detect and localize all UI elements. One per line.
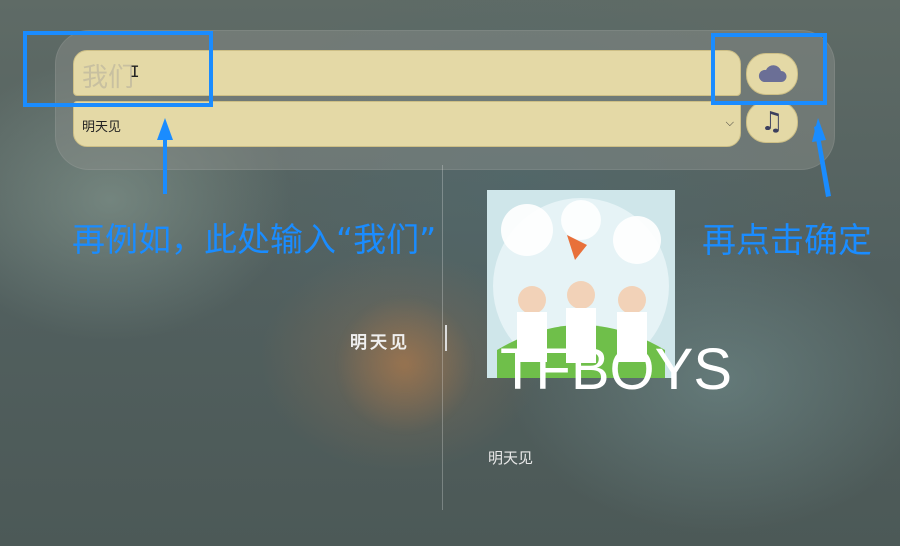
highlight-box-button — [711, 33, 827, 105]
highlight-box-input — [23, 31, 213, 107]
artist-name: TFBOYS — [500, 337, 733, 402]
chevron-down-icon: ⌵ — [725, 116, 734, 129]
annotation-right-text: 再点击确定 — [702, 221, 872, 261]
background-star-shape — [330, 290, 480, 440]
song-select-value: 明天见 — [82, 120, 122, 135]
lyrics-divider — [442, 165, 443, 510]
song-select[interactable]: 明天见 ⌵ — [73, 101, 741, 147]
annotation-left-text: 再例如，此处输入“我们” — [72, 220, 437, 259]
title-separator — [445, 325, 447, 351]
music-note-icon: ♫ — [760, 107, 784, 137]
song-title-left: 明天见 — [350, 333, 410, 353]
music-button[interactable]: ♫ — [746, 101, 798, 143]
song-title-under: 明天见 — [488, 449, 534, 467]
